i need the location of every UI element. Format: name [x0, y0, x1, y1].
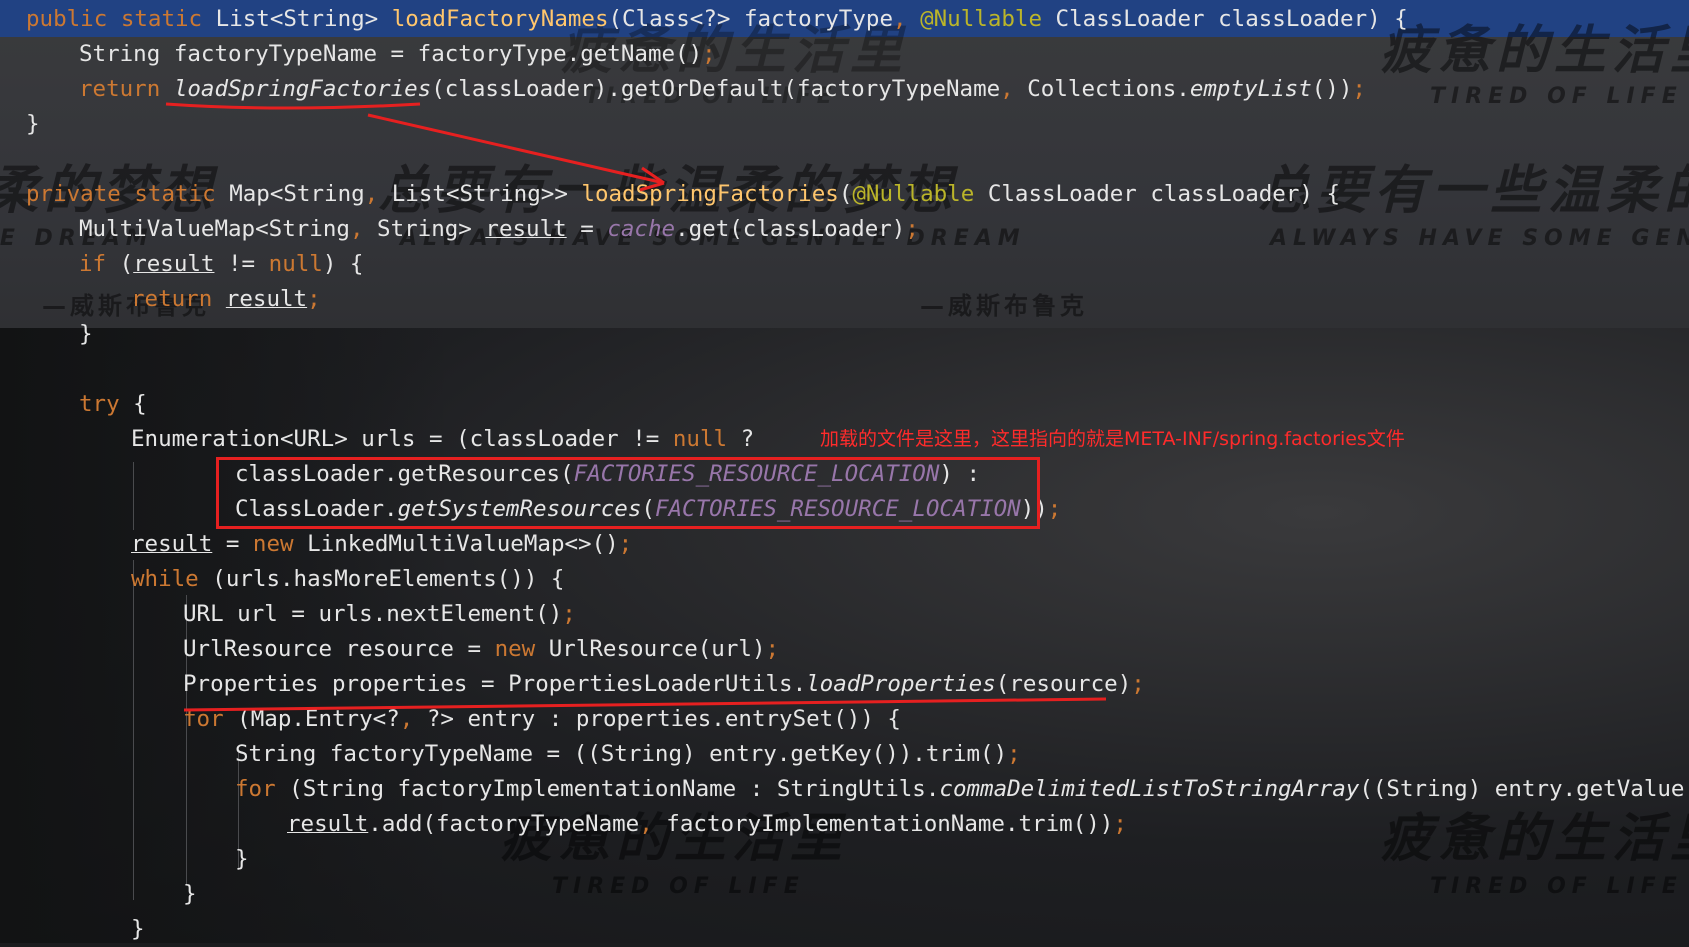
- underline-load-properties: [183, 697, 1107, 712]
- arrow-to-definition: [367, 113, 665, 185]
- underline-load-spring-factories: [165, 102, 421, 110]
- annotation-strokes: [165, 102, 1107, 712]
